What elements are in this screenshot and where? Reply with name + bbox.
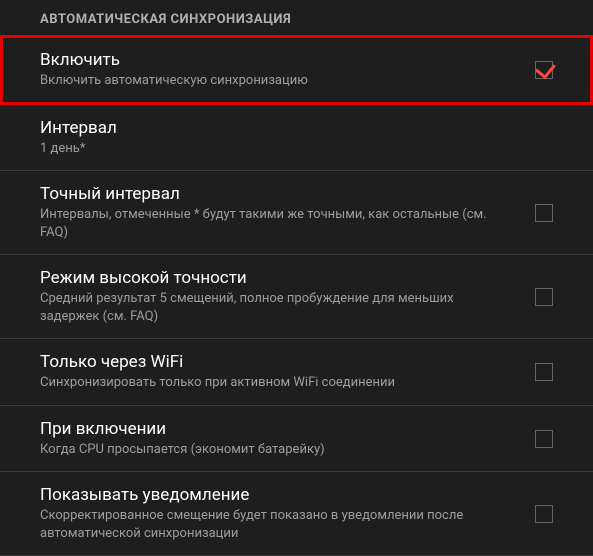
setting-item-5[interactable]: При включении Когда CPU просыпается (экон…	[0, 406, 593, 473]
setting-item-0[interactable]: Включить Включить автоматическую синхрони…	[0, 35, 593, 105]
section-header: АВТОМАТИЧЕСКАЯ СИНХРОНИЗАЦИЯ	[0, 0, 593, 35]
setting-subtitle: 1 день*	[40, 140, 533, 158]
setting-item-6[interactable]: Показывать уведомлениеСкорректированное …	[0, 472, 593, 556]
setting-title: Включить	[40, 50, 515, 70]
setting-text: Показывать уведомлениеСкорректированное …	[40, 485, 535, 542]
checkbox[interactable]	[535, 430, 553, 448]
setting-text: Точный интервалИнтервалы, отмеченные * б…	[40, 184, 535, 241]
setting-subtitle: Синхронизировать только при активном WiF…	[40, 374, 515, 392]
setting-item-2[interactable]: Точный интервалИнтервалы, отмеченные * б…	[0, 171, 593, 255]
setting-title: Только через WiFi	[40, 352, 515, 372]
settings-list: Включить Включить автоматическую синхрони…	[0, 35, 593, 556]
setting-text: Интервал 1 день*	[40, 118, 553, 158]
setting-text: При включении Когда CPU просыпается (экон…	[40, 419, 535, 459]
checkbox[interactable]	[535, 505, 553, 523]
setting-title: При включении	[40, 419, 515, 439]
checkbox[interactable]	[535, 363, 553, 381]
checkbox[interactable]	[535, 288, 553, 306]
setting-subtitle: Когда CPU просыпается (экономит батарейк…	[40, 441, 515, 459]
setting-subtitle: Интервалы, отмеченные * будут такими же …	[40, 206, 515, 241]
setting-title: Интервал	[40, 118, 533, 138]
setting-subtitle: Средний результат 5 смещений, полное про…	[40, 290, 515, 325]
setting-text: Режим высокой точностиСредний результат …	[40, 268, 535, 325]
checkbox[interactable]	[535, 61, 553, 79]
setting-title: Режим высокой точности	[40, 268, 515, 288]
setting-item-4[interactable]: Только через WiFi Синхронизировать только…	[0, 339, 593, 406]
setting-text: Только через WiFi Синхронизировать только…	[40, 352, 535, 392]
checkbox[interactable]	[535, 204, 553, 222]
setting-subtitle: Скорректированное смещение будет показан…	[40, 507, 515, 542]
setting-item-1[interactable]: Интервал 1 день*	[0, 105, 593, 172]
setting-title: Точный интервал	[40, 184, 515, 204]
setting-item-3[interactable]: Режим высокой точностиСредний результат …	[0, 255, 593, 339]
setting-title: Показывать уведомление	[40, 485, 515, 505]
setting-subtitle: Включить автоматическую синхронизацию	[40, 72, 515, 90]
setting-text: Включить Включить автоматическую синхрони…	[40, 50, 535, 90]
